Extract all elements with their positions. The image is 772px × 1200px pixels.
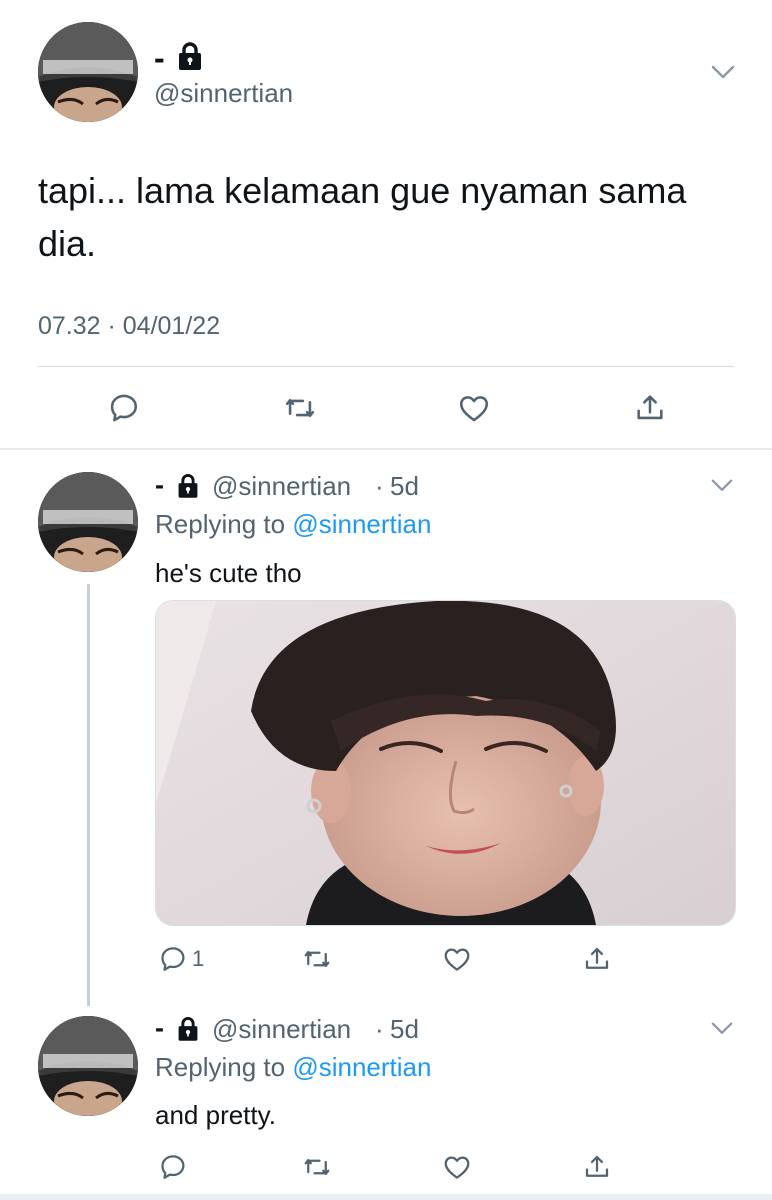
replying-to-handle-link[interactable]: @sinnertian [292,509,431,539]
reply-avatar[interactable] [38,472,138,572]
tweet-time[interactable]: 5d [390,1014,419,1045]
reply-count: 1 [192,946,205,971]
replying-to-handle-link[interactable]: @sinnertian [292,1052,431,1082]
share-icon [585,947,609,969]
reply-avatar[interactable] [38,1016,138,1116]
lock-icon [176,1015,200,1041]
replying-to-prefix: Replying to [155,1052,286,1082]
share-icon [585,1155,609,1177]
author-handle[interactable]: @sinnertian [154,78,293,109]
tweet-time[interactable]: 5d [390,471,419,502]
replying-to-label: Replying to @sinnertian [155,1052,431,1083]
tweet-media-image[interactable] [155,600,736,926]
separator-dot: · [375,471,384,501]
tweet-timestamp[interactable]: 07.32 · 04/01/22 [38,312,220,341]
retweet-icon [304,1159,330,1175]
divider [38,366,734,367]
tweet-text: tapi... lama kelamaan gue nyaman sama di… [38,170,687,264]
retweet-icon [285,398,315,418]
like-icon [444,948,470,971]
retweet-icon [304,951,330,967]
share-button[interactable] [582,942,612,976]
like-button[interactable] [454,388,494,428]
share-button[interactable] [630,388,670,428]
like-icon [459,396,489,422]
replying-to-prefix: Replying to [155,509,286,539]
avatar-image [38,1016,138,1116]
author-handle[interactable]: @sinnertian [212,1014,351,1045]
share-button[interactable] [582,1150,612,1184]
bottom-edge [0,1194,772,1200]
share-icon [637,395,663,420]
reply-icon [161,1155,185,1179]
reply-icon [161,947,185,971]
tweet-text: and pretty. [155,1100,276,1130]
like-button[interactable] [442,942,472,976]
avatar-image [38,22,138,122]
chevron-down-icon[interactable] [710,1019,734,1037]
like-button[interactable] [442,1150,472,1184]
thread-connector-line [87,584,90,1006]
chevron-down-icon[interactable] [710,62,736,82]
author-handle[interactable]: @sinnertian [212,471,351,502]
reply-button[interactable] [158,1150,188,1184]
avatar-image [38,472,138,572]
reply-button[interactable] [104,388,144,428]
like-icon [444,1156,470,1179]
main-avatar[interactable] [38,22,138,122]
separator-dot: · [375,1014,384,1044]
retweet-button[interactable] [302,1150,332,1184]
author-name[interactable]: - [155,470,164,501]
chevron-down-icon[interactable] [710,476,734,494]
section-divider [0,448,772,450]
reply-icon [110,394,138,422]
retweet-button[interactable] [302,942,332,976]
reply-button[interactable]: 1 [158,942,204,976]
replying-to-label: Replying to @sinnertian [155,509,431,540]
tweet-text: he's cute tho [155,558,302,588]
lock-icon [176,472,200,498]
retweet-button[interactable] [280,388,320,428]
lock-icon [176,40,204,72]
author-name[interactable]: - [155,1013,164,1044]
photo-image [156,601,735,925]
author-name[interactable]: - [154,40,165,76]
